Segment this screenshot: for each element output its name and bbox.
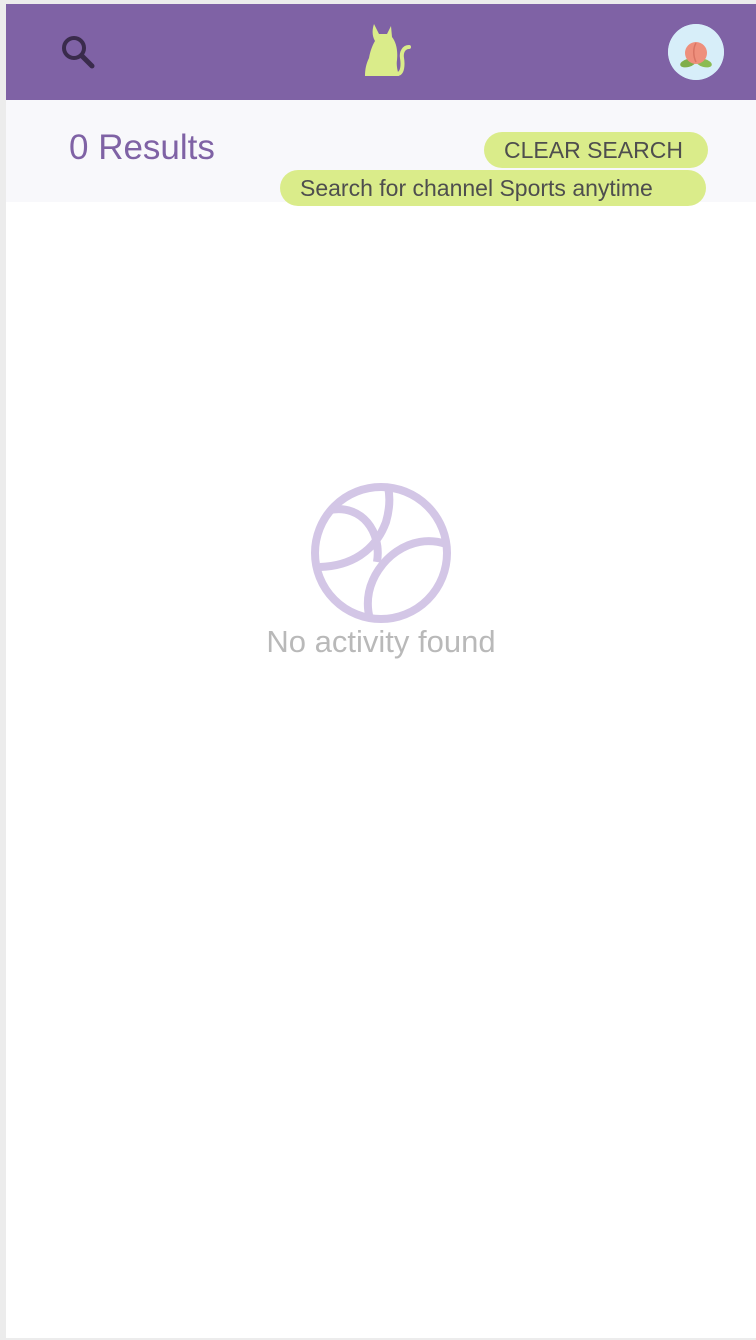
- clear-search-button[interactable]: CLEAR SEARCH: [484, 132, 708, 168]
- top-bar: [6, 4, 756, 100]
- search-icon: [62, 36, 95, 69]
- results-count: 0 Results: [69, 128, 215, 167]
- cat-logo-icon: [365, 24, 411, 76]
- search-query-tag: Search for channel Sports anytime: [280, 170, 706, 206]
- empty-state-message: No activity found: [266, 624, 496, 659]
- basketball-icon: [311, 483, 451, 623]
- app-screen: 0 Results CLEAR SEARCH Search for channe…: [6, 4, 756, 1338]
- peach-avatar-icon: [668, 24, 724, 80]
- search-button[interactable]: [54, 28, 102, 76]
- results-bar: 0 Results CLEAR SEARCH Search for channe…: [6, 100, 756, 206]
- avatar[interactable]: [668, 24, 724, 80]
- empty-state: No activity found: [6, 480, 756, 662]
